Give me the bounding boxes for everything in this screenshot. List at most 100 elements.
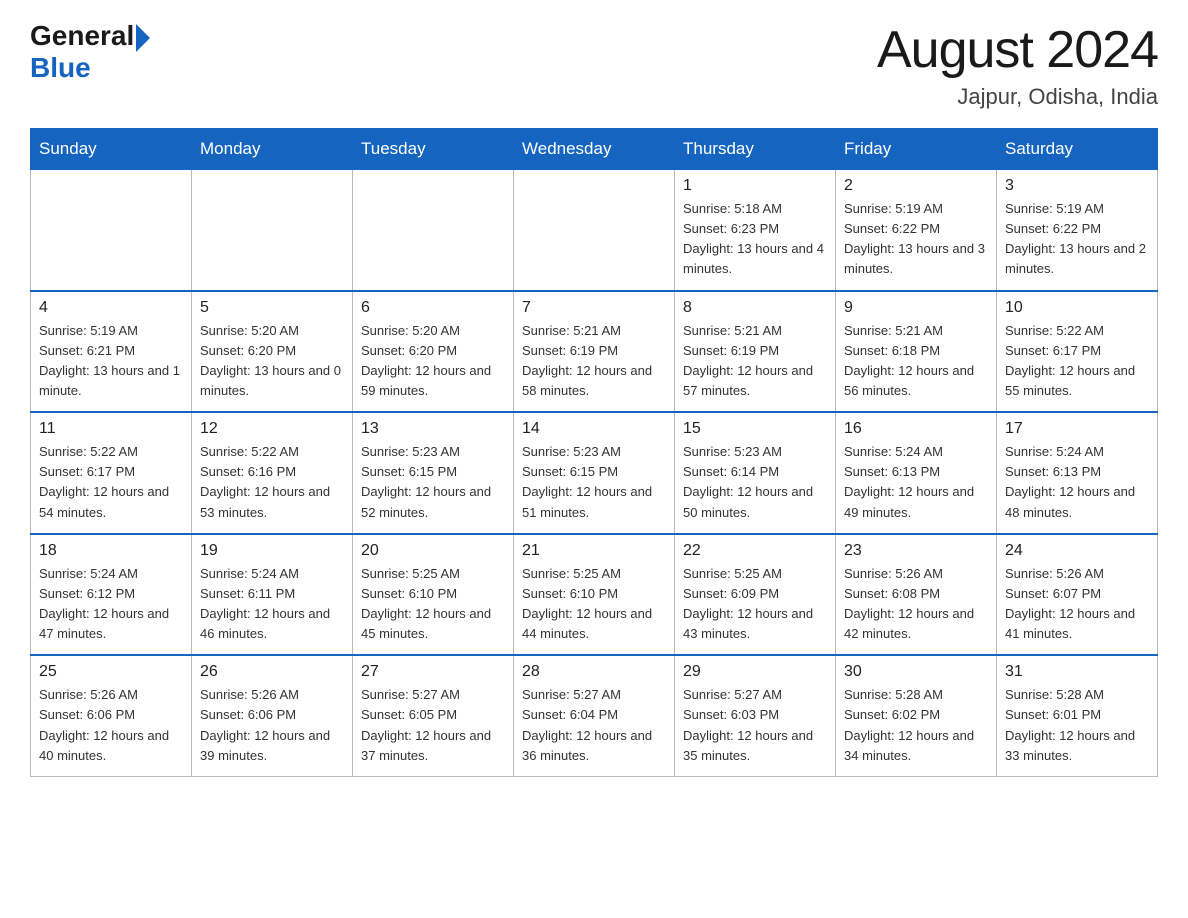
calendar-cell: 11 Sunrise: 5:22 AMSunset: 6:17 PMDayligh… [31, 412, 192, 534]
calendar-week-3: 11 Sunrise: 5:22 AMSunset: 6:17 PMDayligh… [31, 412, 1158, 534]
day-number: 15 [683, 420, 827, 438]
day-info: Sunrise: 5:23 AMSunset: 6:14 PMDaylight:… [683, 442, 827, 523]
day-info: Sunrise: 5:24 AMSunset: 6:11 PMDaylight:… [200, 564, 344, 645]
logo: General Blue [30, 20, 150, 84]
day-info: Sunrise: 5:21 AMSunset: 6:19 PMDaylight:… [522, 321, 666, 402]
calendar-cell: 14Sunrise: 5:23 AMSunset: 6:15 PMDayligh… [514, 412, 675, 534]
calendar-cell: 25Sunrise: 5:26 AMSunset: 6:06 PMDayligh… [31, 655, 192, 776]
day-number: 29 [683, 663, 827, 681]
weekday-header-friday: Friday [836, 129, 997, 170]
calendar-cell: 30 Sunrise: 5:28 AMSunset: 6:02 PMDayligh… [836, 655, 997, 776]
day-number: 26 [200, 663, 344, 681]
day-info: Sunrise: 5:26 AMSunset: 6:06 PMDaylight:… [200, 685, 344, 766]
day-number: 5 [200, 299, 344, 317]
calendar-cell: 18 Sunrise: 5:24 AMSunset: 6:12 PMDayligh… [31, 534, 192, 656]
day-info: Sunrise: 5:28 AMSunset: 6:01 PMDaylight:… [1005, 685, 1149, 766]
day-number: 20 [361, 542, 505, 560]
calendar-cell [514, 170, 675, 291]
day-number: 18 [39, 542, 183, 560]
calendar-cell: 19Sunrise: 5:24 AMSunset: 6:11 PMDayligh… [192, 534, 353, 656]
title-block: August 2024 Jajpur, Odisha, India [877, 20, 1158, 110]
day-info: Sunrise: 5:26 AMSunset: 6:08 PMDaylight:… [844, 564, 988, 645]
day-number: 10 [1005, 299, 1149, 317]
location-title: Jajpur, Odisha, India [877, 84, 1158, 110]
day-info: Sunrise: 5:25 AMSunset: 6:10 PMDaylight:… [361, 564, 505, 645]
day-number: 6 [361, 299, 505, 317]
calendar-cell: 22 Sunrise: 5:25 AMSunset: 6:09 PMDayligh… [675, 534, 836, 656]
calendar-cell: 28Sunrise: 5:27 AMSunset: 6:04 PMDayligh… [514, 655, 675, 776]
calendar-cell: 13 Sunrise: 5:23 AMSunset: 6:15 PMDayligh… [353, 412, 514, 534]
day-info: Sunrise: 5:27 AMSunset: 6:04 PMDaylight:… [522, 685, 666, 766]
weekday-header-saturday: Saturday [997, 129, 1158, 170]
calendar-cell: 12 Sunrise: 5:22 AMSunset: 6:16 PMDayligh… [192, 412, 353, 534]
calendar-cell: 16Sunrise: 5:24 AMSunset: 6:13 PMDayligh… [836, 412, 997, 534]
day-number: 1 [683, 177, 827, 195]
weekday-header-tuesday: Tuesday [353, 129, 514, 170]
calendar-cell: 23Sunrise: 5:26 AMSunset: 6:08 PMDayligh… [836, 534, 997, 656]
day-number: 21 [522, 542, 666, 560]
calendar-cell: 15 Sunrise: 5:23 AMSunset: 6:14 PMDayligh… [675, 412, 836, 534]
day-info: Sunrise: 5:22 AMSunset: 6:16 PMDaylight:… [200, 442, 344, 523]
calendar-table: SundayMondayTuesdayWednesdayThursdayFrid… [30, 128, 1158, 777]
day-info: Sunrise: 5:20 AMSunset: 6:20 PMDaylight:… [200, 321, 344, 402]
day-number: 31 [1005, 663, 1149, 681]
day-number: 4 [39, 299, 183, 317]
day-number: 14 [522, 420, 666, 438]
calendar-cell: 2 Sunrise: 5:19 AMSunset: 6:22 PMDaylight… [836, 170, 997, 291]
day-info: Sunrise: 5:28 AMSunset: 6:02 PMDaylight:… [844, 685, 988, 766]
day-number: 9 [844, 299, 988, 317]
calendar-body: 1 Sunrise: 5:18 AMSunset: 6:23 PMDaylight… [31, 170, 1158, 777]
day-info: Sunrise: 5:22 AMSunset: 6:17 PMDaylight:… [39, 442, 183, 523]
day-info: Sunrise: 5:27 AMSunset: 6:05 PMDaylight:… [361, 685, 505, 766]
day-number: 17 [1005, 420, 1149, 438]
logo-blue: Blue [30, 52, 91, 84]
day-info: Sunrise: 5:22 AMSunset: 6:17 PMDaylight:… [1005, 321, 1149, 402]
calendar-week-4: 18 Sunrise: 5:24 AMSunset: 6:12 PMDayligh… [31, 534, 1158, 656]
calendar-cell: 29 Sunrise: 5:27 AMSunset: 6:03 PMDayligh… [675, 655, 836, 776]
day-info: Sunrise: 5:24 AMSunset: 6:12 PMDaylight:… [39, 564, 183, 645]
calendar-cell: 7 Sunrise: 5:21 AMSunset: 6:19 PMDaylight… [514, 291, 675, 413]
calendar-header-row: SundayMondayTuesdayWednesdayThursdayFrid… [31, 129, 1158, 170]
day-info: Sunrise: 5:21 AMSunset: 6:19 PMDaylight:… [683, 321, 827, 402]
calendar-cell: 4Sunrise: 5:19 AMSunset: 6:21 PMDaylight… [31, 291, 192, 413]
day-number: 27 [361, 663, 505, 681]
day-info: Sunrise: 5:21 AMSunset: 6:18 PMDaylight:… [844, 321, 988, 402]
day-info: Sunrise: 5:26 AMSunset: 6:07 PMDaylight:… [1005, 564, 1149, 645]
calendar-cell: 8Sunrise: 5:21 AMSunset: 6:19 PMDaylight… [675, 291, 836, 413]
day-info: Sunrise: 5:24 AMSunset: 6:13 PMDaylight:… [844, 442, 988, 523]
day-number: 11 [39, 420, 183, 438]
calendar-cell [192, 170, 353, 291]
weekday-header-thursday: Thursday [675, 129, 836, 170]
day-info: Sunrise: 5:19 AMSunset: 6:22 PMDaylight:… [844, 199, 988, 280]
day-number: 13 [361, 420, 505, 438]
calendar-cell: 17Sunrise: 5:24 AMSunset: 6:13 PMDayligh… [997, 412, 1158, 534]
calendar-week-5: 25 Sunrise: 5:26 AMSunset: 6:06 PMDayligh… [31, 655, 1158, 776]
weekday-header-monday: Monday [192, 129, 353, 170]
weekday-header-sunday: Sunday [31, 129, 192, 170]
day-number: 2 [844, 177, 988, 195]
calendar-cell: 1 Sunrise: 5:18 AMSunset: 6:23 PMDaylight… [675, 170, 836, 291]
day-number: 22 [683, 542, 827, 560]
day-info: Sunrise: 5:25 AMSunset: 6:09 PMDaylight:… [683, 564, 827, 645]
calendar-cell: 9 Sunrise: 5:21 AMSunset: 6:18 PMDaylight… [836, 291, 997, 413]
calendar-cell: 21Sunrise: 5:25 AMSunset: 6:10 PMDayligh… [514, 534, 675, 656]
calendar-cell: 24 Sunrise: 5:26 AMSunset: 6:07 PMDayligh… [997, 534, 1158, 656]
day-info: Sunrise: 5:18 AMSunset: 6:23 PMDaylight:… [683, 199, 827, 280]
day-number: 7 [522, 299, 666, 317]
calendar-cell [31, 170, 192, 291]
calendar-cell [353, 170, 514, 291]
month-title: August 2024 [877, 20, 1158, 80]
day-info: Sunrise: 5:19 AMSunset: 6:22 PMDaylight:… [1005, 199, 1149, 280]
day-info: Sunrise: 5:27 AMSunset: 6:03 PMDaylight:… [683, 685, 827, 766]
calendar-cell: 26 Sunrise: 5:26 AMSunset: 6:06 PMDayligh… [192, 655, 353, 776]
calendar-cell: 27 Sunrise: 5:27 AMSunset: 6:05 PMDayligh… [353, 655, 514, 776]
day-number: 12 [200, 420, 344, 438]
calendar-cell: 20 Sunrise: 5:25 AMSunset: 6:10 PMDayligh… [353, 534, 514, 656]
day-number: 24 [1005, 542, 1149, 560]
calendar-cell: 3 Sunrise: 5:19 AMSunset: 6:22 PMDaylight… [997, 170, 1158, 291]
day-number: 25 [39, 663, 183, 681]
calendar-cell: 31 Sunrise: 5:28 AMSunset: 6:01 PMDayligh… [997, 655, 1158, 776]
day-number: 30 [844, 663, 988, 681]
day-info: Sunrise: 5:23 AMSunset: 6:15 PMDaylight:… [361, 442, 505, 523]
day-number: 3 [1005, 177, 1149, 195]
